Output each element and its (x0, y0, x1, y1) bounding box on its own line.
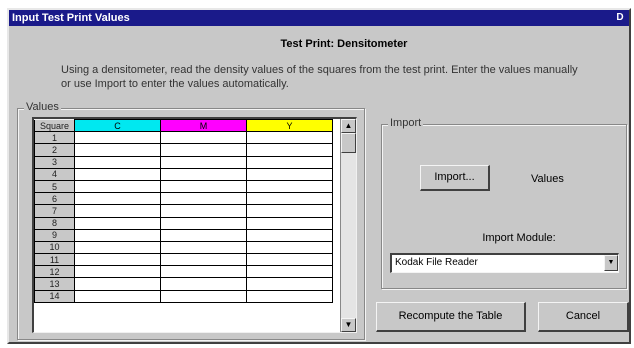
values-group: Values Square C M Y 1 2 3 4 5 6 7 8 9 10 11 12 13 14 … (17, 101, 365, 340)
table-row: 8 (34, 216, 333, 230)
cell-c[interactable] (74, 290, 161, 303)
cell-c[interactable] (74, 277, 161, 291)
cell-m[interactable] (160, 241, 247, 255)
import-group-label: Import (388, 117, 424, 129)
table-row: 5 (34, 179, 333, 194)
instructions-text: Using a densitometer, read the density v… (61, 64, 578, 90)
cell-m[interactable] (160, 253, 247, 267)
cell-y[interactable] (246, 192, 333, 206)
cell-y[interactable] (246, 180, 333, 194)
cell-m[interactable] (160, 143, 247, 157)
table-row: 2 (34, 143, 333, 157)
import-module-label: Import Module: (482, 232, 556, 244)
cell-y[interactable] (246, 204, 333, 218)
row-header[interactable]: 7 (34, 204, 75, 218)
cell-y[interactable] (246, 253, 333, 267)
cell-y[interactable] (246, 131, 333, 145)
cell-m[interactable] (160, 217, 247, 230)
row-header[interactable]: 10 (34, 240, 75, 255)
cell-c[interactable] (74, 168, 161, 181)
row-header[interactable]: 13 (34, 277, 75, 291)
cell-y[interactable] (246, 229, 333, 242)
cell-c[interactable] (74, 192, 161, 206)
cell-y[interactable] (246, 168, 333, 181)
row-header[interactable]: 5 (34, 179, 75, 194)
row-header[interactable]: 14 (34, 289, 75, 303)
row-header[interactable]: 3 (34, 155, 75, 169)
cell-m[interactable] (160, 168, 247, 181)
table-row: 13 (34, 277, 333, 291)
import-button[interactable]: Import... (420, 165, 490, 191)
row-header[interactable]: 11 (34, 253, 75, 267)
cell-c[interactable] (74, 143, 161, 157)
row-header[interactable]: 12 (34, 265, 75, 279)
values-scrollbar[interactable]: ▲ ▼ (340, 119, 356, 332)
cell-y[interactable] (246, 156, 333, 169)
title-bar: Input Test Print Values D (9, 10, 629, 26)
cell-y[interactable] (246, 143, 333, 157)
cell-c[interactable] (74, 229, 161, 242)
column-header-y[interactable]: Y (246, 119, 333, 133)
row-header[interactable]: 4 (34, 167, 75, 181)
row-header[interactable]: 2 (34, 143, 75, 157)
cell-m[interactable] (160, 156, 247, 169)
table-row: 7 (34, 204, 333, 218)
window-title: Input Test Print Values (12, 12, 130, 24)
cancel-button[interactable]: Cancel (538, 302, 629, 332)
cell-c[interactable] (74, 253, 161, 267)
table-row: 12 (34, 265, 333, 279)
import-module-select[interactable]: Kodak File Reader ▼ (390, 253, 619, 273)
row-header[interactable]: 1 (34, 131, 75, 145)
cell-c[interactable] (74, 156, 161, 169)
cell-m[interactable] (160, 204, 247, 218)
cell-y[interactable] (246, 217, 333, 230)
table-row: 10 (34, 240, 333, 255)
scroll-up-arrow-icon[interactable]: ▲ (341, 119, 356, 133)
cell-c[interactable] (74, 217, 161, 230)
column-header-square[interactable]: Square (34, 119, 75, 133)
cell-c[interactable] (74, 131, 161, 145)
import-values-label: Values (531, 173, 564, 185)
scrollbar-thumb[interactable] (341, 133, 356, 153)
dialog-window: Input Test Print Values D Test Print: De… (7, 8, 631, 344)
scroll-down-arrow-icon[interactable]: ▼ (341, 318, 356, 332)
row-header[interactable]: 9 (34, 228, 75, 242)
cell-m[interactable] (160, 229, 247, 242)
close-icon[interactable]: D (613, 11, 627, 24)
cell-y[interactable] (246, 290, 333, 303)
column-header-c[interactable]: C (74, 119, 161, 133)
row-header[interactable]: 6 (34, 192, 75, 206)
cell-y[interactable] (246, 277, 333, 291)
values-table: Square C M Y 1 2 3 4 5 6 7 8 9 10 11 12 13 14 (34, 119, 333, 303)
column-header-m[interactable]: M (160, 119, 247, 133)
recompute-table-button[interactable]: Recompute the Table (376, 302, 526, 332)
cell-c[interactable] (74, 204, 161, 218)
table-row: 4 (34, 167, 333, 181)
table-row: 9 (34, 228, 333, 242)
cell-m[interactable] (160, 290, 247, 303)
dialog-heading: Test Print: Densitometer (280, 38, 408, 50)
cell-c[interactable] (74, 265, 161, 279)
cell-y[interactable] (246, 265, 333, 279)
dropdown-arrow-icon[interactable]: ▼ (604, 255, 618, 271)
cell-m[interactable] (160, 131, 247, 145)
import-group: Import Import... Values Import Module: K… (381, 117, 627, 289)
table-row: 1 (34, 131, 333, 145)
table-row: 14 (34, 289, 333, 303)
table-row: 11 (34, 253, 333, 267)
table-row: 3 (34, 155, 333, 169)
cell-m[interactable] (160, 180, 247, 194)
cell-m[interactable] (160, 265, 247, 279)
cell-c[interactable] (74, 180, 161, 194)
cell-y[interactable] (246, 241, 333, 255)
row-header[interactable]: 8 (34, 216, 75, 230)
values-group-label: Values (24, 101, 61, 113)
cell-c[interactable] (74, 241, 161, 255)
import-module-value: Kodak File Reader (395, 257, 478, 268)
cell-m[interactable] (160, 277, 247, 291)
values-grid[interactable]: Square C M Y 1 2 3 4 5 6 7 8 9 10 11 12 13 14 ▲ ▼ (32, 117, 357, 333)
table-row: 6 (34, 192, 333, 206)
cell-m[interactable] (160, 192, 247, 206)
